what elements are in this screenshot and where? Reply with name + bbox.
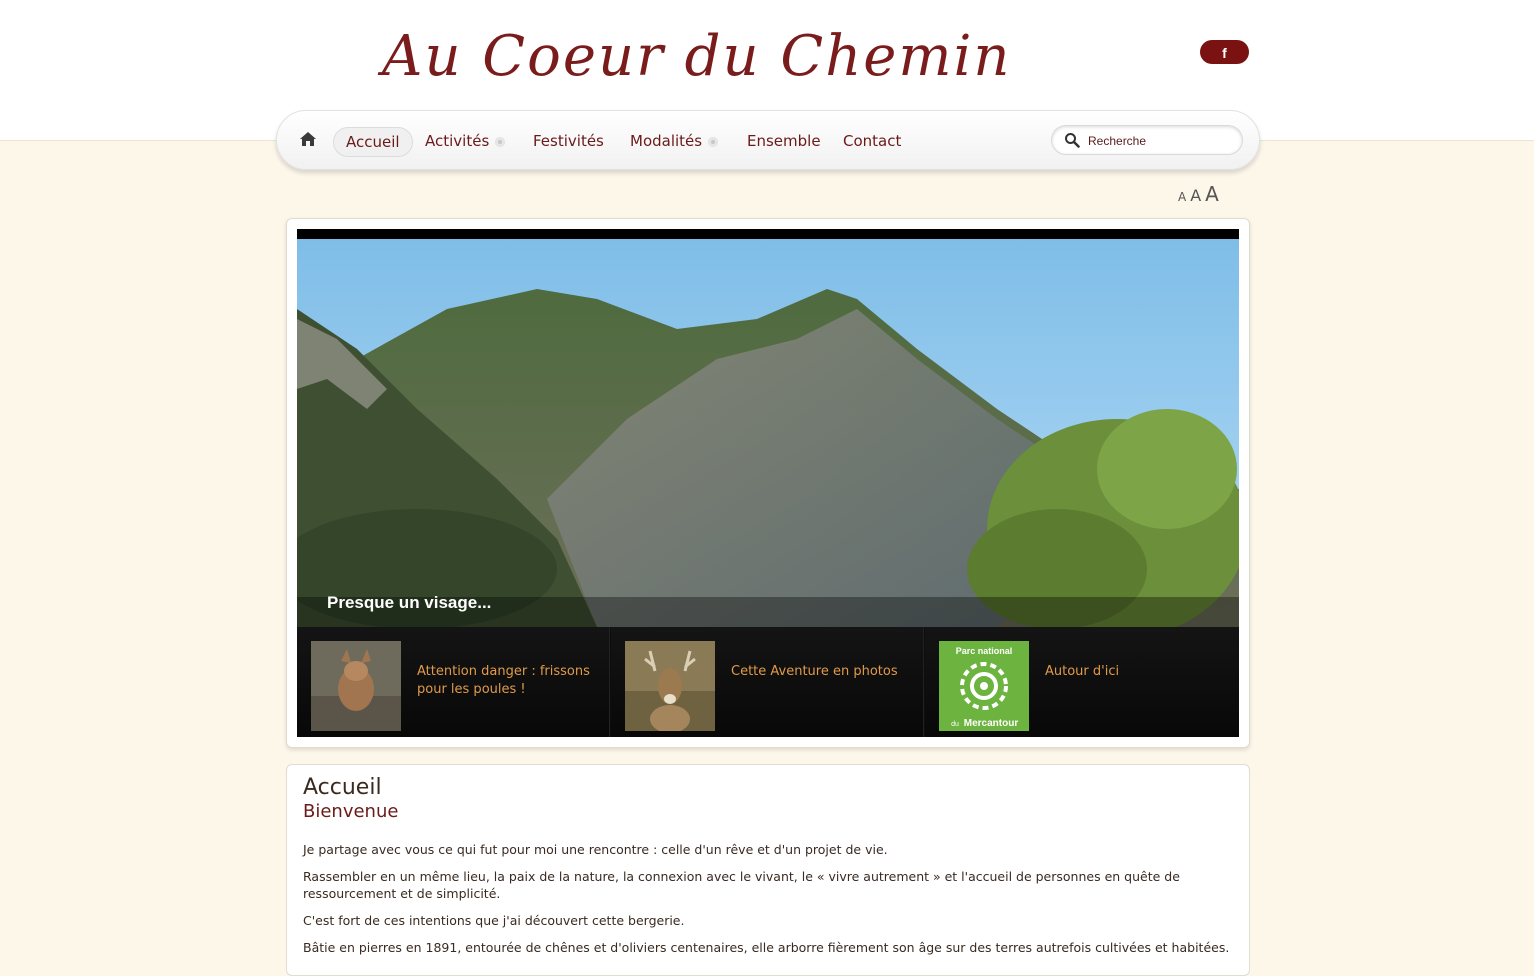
article-paragraph: C'est fort de ces intentions que j'ai dé… xyxy=(303,913,685,928)
logo-bottom-text: Mercantour xyxy=(964,718,1019,729)
thumb-item[interactable]: Parc national du Mercantour Autour d'ici xyxy=(925,627,1239,737)
home-icon[interactable] xyxy=(299,131,317,147)
nav-item-label: Activités xyxy=(425,132,490,150)
font-size-large-button[interactable]: A xyxy=(1205,182,1219,206)
nav-item-label: Contact xyxy=(843,132,902,150)
nav-item-contact[interactable]: Contact xyxy=(843,127,901,155)
nav-item-festivites[interactable]: Festivités xyxy=(533,127,604,155)
submenu-indicator-icon xyxy=(495,136,506,147)
nav-item-label: Modalités xyxy=(630,132,703,150)
parc-mercantour-logo-icon: Parc national du Mercantour xyxy=(939,641,1029,731)
search-box xyxy=(1051,125,1243,155)
logo-top-text: Parc national xyxy=(956,646,1013,656)
article-content: Accueil Bienvenue Je partage avec vous c… xyxy=(286,764,1250,976)
font-size-medium-button[interactable]: A xyxy=(1190,186,1201,205)
page-title: Accueil xyxy=(303,775,382,800)
article-paragraph: Bâtie en pierres en 1891, entourée de ch… xyxy=(303,940,1230,955)
mountain-slide-image xyxy=(297,239,1239,627)
search-input[interactable] xyxy=(1086,130,1236,152)
slideshow-panel: Presque un visage... Attention danger : … xyxy=(286,218,1250,748)
main-nav: Accueil Activités Festivités Modalités E… xyxy=(276,110,1260,170)
nav-item-label: Ensemble xyxy=(747,132,821,150)
submenu-indicator-icon xyxy=(708,136,719,147)
thumb-item[interactable]: Cette Aventure en photos xyxy=(611,627,924,737)
search-icon[interactable] xyxy=(1064,132,1080,148)
thumb-label: Cette Aventure en photos xyxy=(731,664,898,679)
thumb-item[interactable]: Attention danger : frissons pour les pou… xyxy=(297,627,610,737)
nav-item-activites[interactable]: Activités xyxy=(425,127,506,155)
fox-photo-icon xyxy=(311,641,401,731)
slide-thumbnails: Attention danger : frissons pour les pou… xyxy=(297,627,1239,737)
thumb-label: Attention danger : frissons pour les pou… xyxy=(417,664,590,697)
nav-item-modalites[interactable]: Modalités xyxy=(630,127,719,155)
page-subtitle: Bienvenue xyxy=(303,801,399,822)
nav-item-ensemble[interactable]: Ensemble xyxy=(747,127,821,155)
slideshow[interactable]: Presque un visage... Attention danger : … xyxy=(297,229,1239,737)
article-paragraph: Je partage avec vous ce qui fut pour moi… xyxy=(303,842,888,857)
logo-bottom-prefix-text: du xyxy=(951,721,959,728)
nav-item-accueil[interactable]: Accueil xyxy=(333,127,413,157)
facebook-button[interactable]: f xyxy=(1200,40,1249,64)
nav-item-label: Accueil xyxy=(346,133,400,151)
article-paragraph: Rassembler en un même lieu, la paix de l… xyxy=(303,869,1180,901)
font-size-controls: AAA xyxy=(1178,182,1223,208)
thumb-label: Autour d'ici xyxy=(1045,664,1120,679)
slide-caption: Presque un visage... xyxy=(327,593,492,612)
nav-item-label: Festivités xyxy=(533,132,604,150)
font-size-small-button[interactable]: A xyxy=(1178,190,1186,204)
deer-photo-icon xyxy=(625,641,715,731)
site-logo[interactable]: Au Coeur du Chemin xyxy=(382,14,1010,100)
